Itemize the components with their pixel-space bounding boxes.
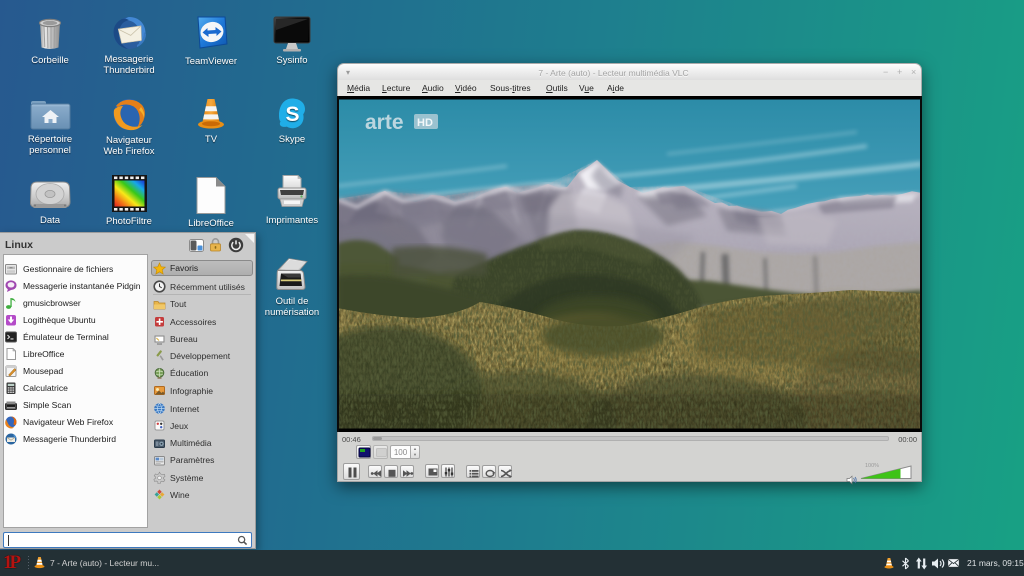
svg-text:arte: arte xyxy=(365,111,404,134)
svg-text:S: S xyxy=(286,103,300,126)
svg-text:HD: HD xyxy=(417,117,433,129)
